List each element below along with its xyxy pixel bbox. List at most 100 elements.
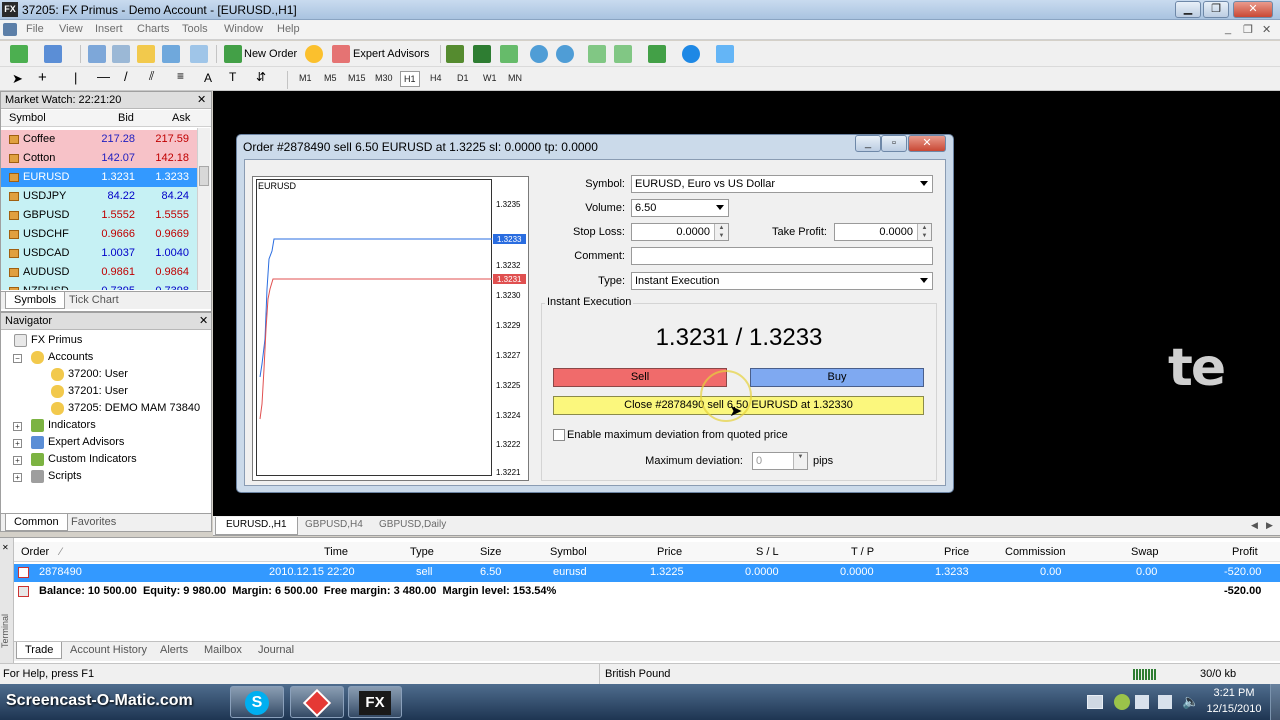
expert-advisors-button[interactable]: Expert Advisors xyxy=(353,48,429,60)
channel-icon[interactable]: ⫽ xyxy=(149,69,154,84)
new-order-icon[interactable] xyxy=(224,45,242,63)
sell-button[interactable]: Sell xyxy=(553,368,727,387)
market-watch-row[interactable]: GBPUSD 1.5552 1.5555 xyxy=(1,206,197,225)
menu-view[interactable]: View xyxy=(59,23,83,35)
menu-window[interactable]: Window xyxy=(224,23,263,35)
network-icon[interactable] xyxy=(1158,695,1172,709)
market-watch-row[interactable]: NZDUSD 0.7395 0.7398 xyxy=(1,282,197,290)
col-swap[interactable]: Swap xyxy=(1131,546,1159,558)
vertical-line-icon[interactable]: | xyxy=(74,70,77,85)
tab-tick-chart[interactable]: Tick Chart xyxy=(61,292,127,309)
menu-file[interactable]: File xyxy=(26,23,44,35)
data-window-icon[interactable] xyxy=(112,45,130,63)
metaeditor-icon[interactable] xyxy=(305,45,323,63)
timeframe-m30[interactable]: M30 xyxy=(372,71,396,85)
periods-icon[interactable] xyxy=(682,45,700,63)
tab-favorites[interactable]: Favorites xyxy=(63,514,124,531)
timeframe-w1[interactable]: W1 xyxy=(480,71,500,85)
market-watch-row[interactable]: USDJPY 84.22 84.24 xyxy=(1,187,197,206)
clock-date[interactable]: 12/15/2010 xyxy=(1200,703,1268,715)
chart-tab-eurusd-h1[interactable]: EURUSD.,H1 xyxy=(215,517,298,535)
symbol-select[interactable]: EURUSD, Euro vs US Dollar xyxy=(631,175,933,193)
market-watch-row[interactable]: USDCHF 0.9666 0.9669 xyxy=(1,225,197,244)
accounts-collapse-toggle[interactable]: − xyxy=(13,354,22,363)
line-chart-icon[interactable] xyxy=(500,45,518,63)
timeframe-m5[interactable]: M5 xyxy=(321,71,340,85)
tabs-scroll-right-icon[interactable]: ▶ xyxy=(1266,520,1273,531)
menu-insert[interactable]: Insert xyxy=(95,23,123,35)
tab-trade[interactable]: Trade xyxy=(16,642,63,659)
show-desktop-button[interactable] xyxy=(1270,684,1280,720)
candlesticks-icon[interactable] xyxy=(473,45,491,63)
buy-button[interactable]: Buy xyxy=(750,368,924,387)
strategy-tester-icon[interactable] xyxy=(190,45,208,63)
text-icon[interactable]: A xyxy=(204,71,212,85)
new-order-button[interactable]: New Order xyxy=(244,48,297,60)
tab-symbols[interactable]: Symbols xyxy=(5,292,66,309)
clock-time[interactable]: 3:21 PM xyxy=(1204,687,1264,699)
dialog-close-button[interactable]: ✕ xyxy=(908,135,946,152)
zoom-in-icon[interactable] xyxy=(530,45,548,63)
chart-shift-icon[interactable] xyxy=(614,45,632,63)
bar-chart-icon[interactable] xyxy=(446,45,464,63)
type-select[interactable]: Instant Execution xyxy=(631,272,933,290)
col-time[interactable]: Time xyxy=(324,546,348,558)
timeframe-mn[interactable]: MN xyxy=(505,71,525,85)
arrows-icon[interactable]: ⇵ xyxy=(256,70,266,84)
timeframe-m1[interactable]: M1 xyxy=(296,71,315,85)
spinner-arrows-icon[interactable]: ▲ ▼ xyxy=(917,224,931,240)
col-order[interactable]: Order xyxy=(21,546,49,558)
market-watch-row[interactable]: Coffee 217.28 217.59 xyxy=(1,130,197,149)
text-label-icon[interactable]: T xyxy=(229,70,236,84)
tab-mailbox[interactable]: Mailbox xyxy=(196,642,250,659)
indicators-icon[interactable] xyxy=(648,45,666,63)
navigator-close-icon[interactable]: ✕ xyxy=(199,314,208,327)
tray-app-icon[interactable] xyxy=(1114,694,1130,710)
app-taskbar-button[interactable] xyxy=(290,686,344,718)
volume-icon[interactable]: 🔈 xyxy=(1182,693,1199,710)
child-restore-button[interactable]: ❐ xyxy=(1243,23,1253,36)
max-deviation-checkbox[interactable] xyxy=(553,429,565,441)
menu-tools[interactable]: Tools xyxy=(182,23,208,35)
market-watch-row[interactable]: EURUSD 1.3231 1.3233 xyxy=(1,168,197,187)
chart-tab-gbpusd-h4[interactable]: GBPUSD,H4 xyxy=(295,517,373,535)
market-watch-row[interactable]: USDCAD 1.0037 1.0040 xyxy=(1,244,197,263)
new-chart-icon[interactable] xyxy=(10,45,28,63)
tab-alerts[interactable]: Alerts xyxy=(152,642,196,659)
profiles-icon[interactable] xyxy=(44,45,62,63)
tab-journal[interactable]: Journal xyxy=(250,642,302,659)
take-profit-input[interactable]: 0.0000 ▲ ▼ xyxy=(834,223,932,241)
fibonacci-icon[interactable]: ≡ xyxy=(177,69,184,83)
col-tp[interactable]: T / P xyxy=(851,546,874,558)
child-close-button[interactable]: ✕ xyxy=(1262,23,1271,36)
timeframe-h1[interactable]: H1 xyxy=(400,71,420,87)
tab-account-history[interactable]: Account History xyxy=(62,642,155,659)
dialog-minimize-button[interactable]: _ xyxy=(855,135,881,152)
spinner-arrows-icon[interactable]: ▲ ▼ xyxy=(714,224,728,240)
crosshair-icon[interactable]: + xyxy=(38,69,47,86)
navigator-icon[interactable] xyxy=(137,45,155,63)
comment-input[interactable] xyxy=(631,247,933,265)
email-icon[interactable] xyxy=(1087,695,1103,709)
minimize-button[interactable]: ▁ xyxy=(1175,1,1201,18)
action-center-icon[interactable] xyxy=(1135,695,1149,709)
col-type[interactable]: Type xyxy=(410,546,434,558)
chart-tab-gbpusd-daily[interactable]: GBPUSD,Daily xyxy=(369,517,456,535)
market-watch-scrollbar[interactable] xyxy=(197,128,210,290)
child-minimize-button[interactable]: _ xyxy=(1225,23,1231,35)
auto-scroll-icon[interactable] xyxy=(588,45,606,63)
timeframe-d1[interactable]: D1 xyxy=(454,71,472,85)
col-price[interactable]: Price xyxy=(657,546,682,558)
experts-expand-toggle[interactable]: + xyxy=(13,439,22,448)
maximize-button[interactable]: ❐ xyxy=(1203,1,1229,18)
market-watch-row[interactable]: AUDUSD 0.9861 0.9864 xyxy=(1,263,197,282)
menu-charts[interactable]: Charts xyxy=(137,23,169,35)
market-watch-icon[interactable] xyxy=(88,45,106,63)
expert-advisors-icon[interactable] xyxy=(332,45,350,63)
dialog-maximize-button[interactable]: ▫ xyxy=(881,135,907,152)
col-symbol[interactable]: Symbol xyxy=(550,546,587,558)
market-watch-close-icon[interactable]: ✕ xyxy=(197,93,206,106)
volume-select[interactable]: 6.50 xyxy=(631,199,729,217)
col-current-price[interactable]: Price xyxy=(944,546,969,558)
menu-help[interactable]: Help xyxy=(277,23,300,35)
